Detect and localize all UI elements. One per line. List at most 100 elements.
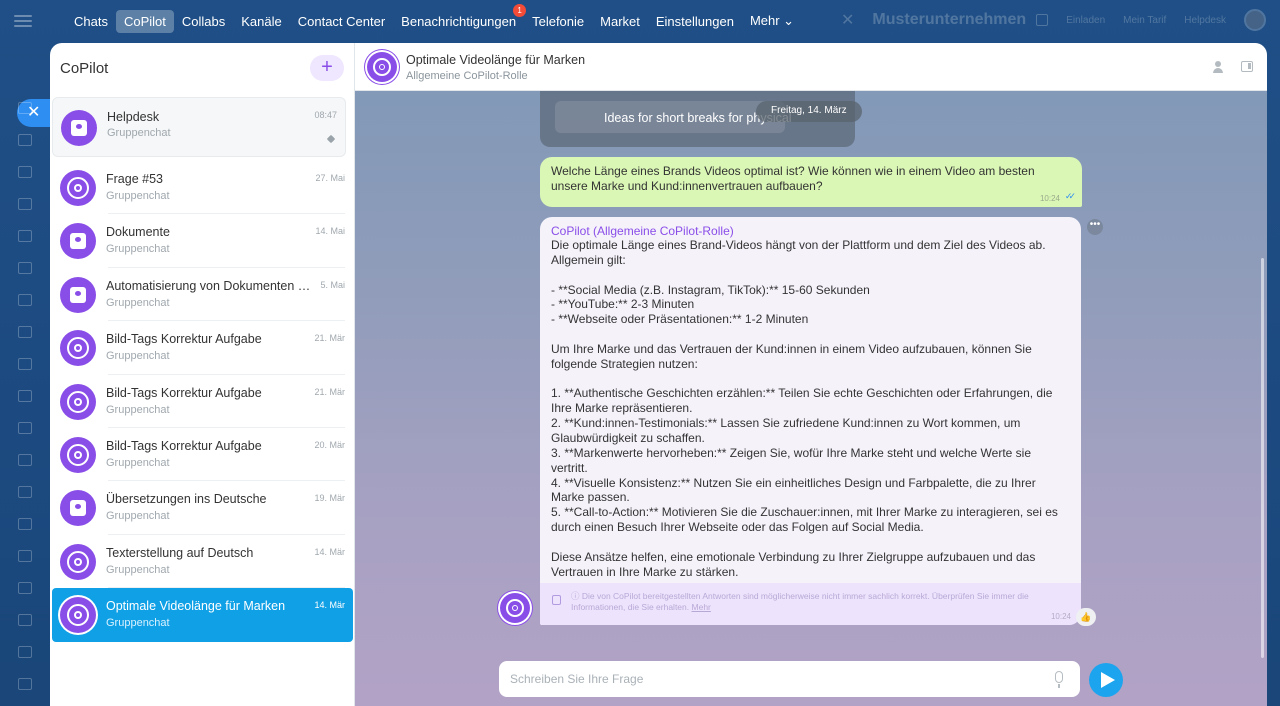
left-icon-rail: ✕ (0, 42, 51, 706)
copilot-icon (60, 543, 96, 580)
chat-list-item[interactable]: Helpdesk Gruppenchat 08:47 (52, 97, 346, 157)
nav-mehr[interactable]: Mehr ⌄ (742, 9, 802, 33)
message-menu-icon[interactable]: ••• (1087, 219, 1103, 235)
chat-list-item[interactable]: Texterstellung auf Deutsch Gruppenchat 1… (52, 535, 353, 589)
chat-type: Gruppenchat (106, 403, 170, 416)
copilot-sidebar: CoPilot + Helpdesk Gruppenchat 08:47 Fra… (50, 43, 355, 706)
rail-icon-1[interactable] (18, 102, 32, 114)
chat-date: 19. Mär (314, 493, 345, 504)
chat-name: Helpdesk (107, 110, 160, 124)
message-line: Um Ihre Marke und das Vertrauen der Kund… (551, 341, 1032, 371)
rail-icon-9[interactable] (18, 358, 32, 370)
message-composer (499, 661, 1080, 697)
chat-date: 14. Mär (314, 600, 345, 611)
chat-list-item[interactable]: Automatisierung von Dokumenten in... Gru… (52, 268, 353, 322)
new-chat-button[interactable]: + (310, 55, 344, 81)
copy-icon[interactable] (552, 595, 561, 605)
nav-copilot[interactable]: CoPilot (115, 9, 174, 33)
message-line (551, 535, 1061, 550)
chat-name: Bild-Tags Korrektur Aufgabe (106, 438, 262, 453)
disclaimer-message: ⓘ Die von CoPilot bereitgestellten Antwo… (571, 591, 1029, 612)
chat-scrollbar[interactable] (1261, 258, 1264, 658)
like-icon[interactable]: 👍 (1076, 608, 1096, 626)
copilot-icon[interactable] (367, 52, 397, 82)
chat-type: Gruppenchat (106, 296, 170, 309)
chat-date: 5. Mai (320, 279, 345, 290)
helpdesk-link[interactable]: Helpdesk (1184, 15, 1226, 26)
top-bar: Chats CoPilot Collabs Kanäle Contact Cen… (0, 0, 1280, 42)
rail-icon-5[interactable] (18, 230, 32, 242)
side-panel-icon[interactable] (1241, 61, 1253, 72)
nav-einstellungen[interactable]: Einstellungen (648, 10, 742, 33)
chat-window: Optimale Videolänge für Marken Allgemein… (355, 43, 1267, 706)
microphone-icon[interactable] (1055, 671, 1063, 688)
rail-icon-6[interactable] (18, 262, 32, 274)
nav-benachrichtigungen[interactable]: Benachrichtigungen 1 (393, 3, 527, 33)
chat-role: Allgemeine CoPilot-Rolle (406, 70, 528, 82)
close-icon[interactable]: ✕ (841, 10, 854, 30)
chat-title[interactable]: Optimale Videolänge für Marken (406, 53, 585, 67)
settings-icon[interactable] (18, 678, 32, 690)
rail-icon-18[interactable] (18, 646, 32, 658)
chat-list-item[interactable]: Frage #53 Gruppenchat 27. Mai (52, 161, 353, 215)
top-navigation: Chats CoPilot Collabs Kanäle Contact Cen… (66, 3, 802, 33)
chat-list-item-active[interactable]: Optimale Videolänge für Marken Gruppench… (52, 588, 353, 642)
user-message-text: Welche Länge eines Brands Videos optimal… (551, 164, 1035, 193)
chat-date: 21. Mär (314, 333, 345, 344)
rail-icon-10[interactable] (18, 390, 32, 402)
chat-list-item[interactable]: Bild-Tags Korrektur Aufgabe Gruppenchat … (52, 428, 353, 482)
rail-icon-15[interactable] (18, 550, 32, 562)
read-check-icon: ✓✓ (1064, 191, 1076, 201)
invite-link[interactable]: Einladen (1066, 15, 1105, 26)
chat-date: 08:47 (314, 110, 337, 120)
message-line: - **Social Media (z.B. Instagram, TikTok… (551, 282, 870, 297)
nav-telefonie[interactable]: Telefonie (524, 10, 592, 33)
chat-type: Gruppenchat (106, 617, 170, 630)
chat-type: Gruppenchat (106, 456, 170, 469)
nav-market[interactable]: Market (592, 10, 648, 33)
message-input[interactable] (510, 670, 1030, 688)
rail-icon-16[interactable] (18, 582, 32, 594)
plan-link[interactable]: Mein Tarif (1123, 15, 1166, 26)
nav-chats[interactable]: Chats (66, 10, 116, 33)
message-sender[interactable]: CoPilot (Allgemeine CoPilot-Rolle) (551, 224, 734, 238)
chat-list-item[interactable]: Übersetzungen ins Deutsche Gruppenchat 1… (52, 481, 353, 535)
message-line (551, 268, 1061, 283)
message-time: 10:24 (1050, 612, 1071, 621)
chat-name: Automatisierung von Dokumenten in... (106, 278, 311, 293)
nav-collabs[interactable]: Collabs (174, 10, 233, 33)
chat-list: Helpdesk Gruppenchat 08:47 Frage #53 Gru… (50, 95, 354, 642)
rail-icon-7[interactable] (18, 294, 32, 306)
rail-icon-8[interactable] (18, 326, 32, 338)
message-line: - **Webseite oder Präsentationen:** 1-2 … (551, 312, 809, 327)
copilot-icon (500, 593, 530, 623)
disclaimer-more-link[interactable]: Mehr (692, 602, 711, 612)
rail-icon-11[interactable] (18, 422, 32, 434)
chat-name: Übersetzungen ins Deutsche (106, 492, 267, 507)
bot-message: CoPilot (Allgemeine CoPilot-Rolle) Die o… (540, 217, 1081, 625)
add-user-icon[interactable] (1213, 61, 1227, 73)
rail-icon-4[interactable] (18, 198, 32, 210)
message-line (551, 327, 1061, 342)
bot-message-body: Die optimale Länge eines Brand-Videos hä… (551, 238, 1061, 579)
chat-list-item[interactable]: Dokumente Gruppenchat 14. Mai (52, 214, 353, 268)
nav-kanaele[interactable]: Kanäle (233, 10, 289, 33)
send-button[interactable] (1089, 663, 1123, 697)
rail-icon-13[interactable] (18, 486, 32, 498)
message-line: Diese Ansätze helfen, eine emotionale Ve… (551, 549, 1036, 579)
chat-list-item[interactable]: Bild-Tags Korrektur Aufgabe Gruppenchat … (52, 321, 353, 375)
rail-icon-14[interactable] (18, 518, 32, 530)
rail-icon-17[interactable] (18, 614, 32, 626)
menu-icon[interactable] (14, 12, 32, 30)
rail-icon-2[interactable] (18, 134, 32, 146)
rail-icon-12[interactable] (18, 454, 32, 466)
copilot-icon (60, 597, 96, 634)
org-window-icon[interactable] (1036, 14, 1049, 26)
nav-contact-center[interactable]: Contact Center (290, 10, 393, 33)
user-avatar[interactable] (1244, 9, 1266, 31)
chat-name: Frage #53 (106, 172, 163, 186)
copilot-icon (60, 383, 96, 420)
message-line: 4. **Visuelle Konsistenz:** Nutzen Sie e… (551, 475, 1036, 505)
rail-icon-3[interactable] (18, 166, 32, 178)
chat-list-item[interactable]: Bild-Tags Korrektur Aufgabe Gruppenchat … (52, 375, 353, 428)
